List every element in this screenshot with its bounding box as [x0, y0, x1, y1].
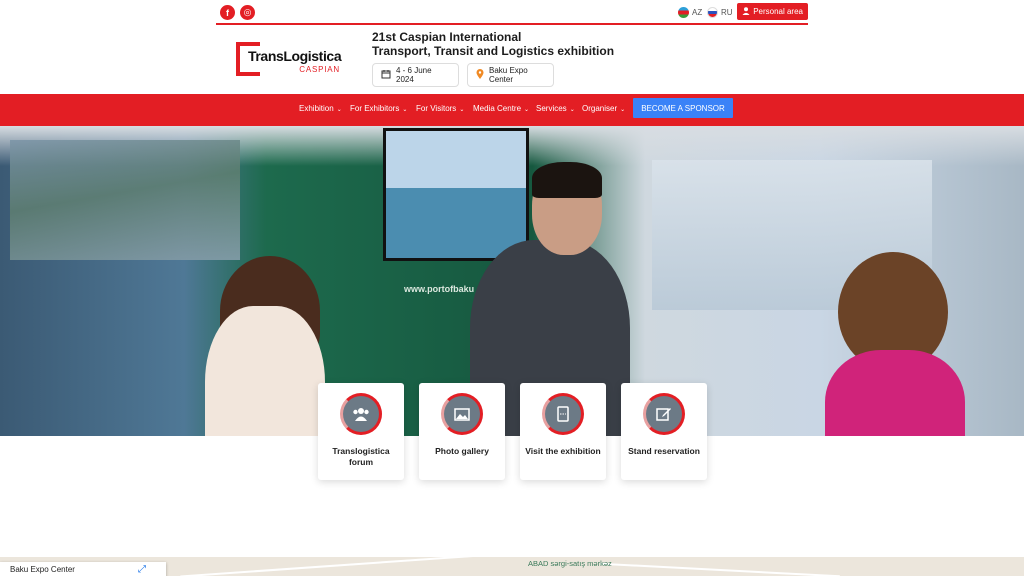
card-visit-exhibition[interactable]: Visit the exhibition — [520, 383, 606, 480]
main-navigation: Exhibition ⌄ For Exhibitors ⌄ For Visitors… — [0, 94, 1024, 126]
chevron-down-icon: ⌄ — [620, 107, 626, 113]
location-map[interactable]: ABAD sərgi-satış mərkəz Baku Expo Center… — [0, 557, 1024, 576]
facebook-icon[interactable]: f — [220, 5, 235, 20]
logo-main-text: TransLogistica — [248, 48, 342, 64]
calendar-icon — [381, 69, 391, 81]
language-az[interactable]: AZ — [678, 7, 702, 18]
card-label: Visit the exhibition — [525, 446, 601, 456]
nav-services[interactable]: Services ⌄ — [536, 104, 575, 113]
port-poster — [10, 140, 240, 260]
chevron-down-icon: ⌄ — [336, 107, 342, 113]
nav-for-visitors-label: For Visitors — [416, 104, 457, 113]
card-label: Translogistica forum — [332, 446, 390, 467]
chevron-down-icon: ⌄ — [569, 107, 575, 113]
display-screen — [383, 128, 529, 261]
date-badge: 4 - 6 June 2024 — [372, 63, 459, 87]
logo-sub-text: CASPIAN — [299, 65, 340, 74]
user-icon — [742, 6, 750, 17]
edit-icon — [643, 393, 685, 435]
become-sponsor-button[interactable]: BECOME A SPONSOR — [633, 98, 733, 118]
nav-organiser-label: Organiser — [582, 104, 618, 113]
chevron-down-icon: ⌄ — [459, 107, 465, 113]
nav-for-exhibitors[interactable]: For Exhibitors ⌄ — [350, 104, 407, 113]
language-ru[interactable]: RU — [707, 7, 733, 18]
card-label: Stand reservation — [628, 446, 700, 456]
date-text: 4 - 6 June 2024 — [396, 66, 432, 84]
card-stand-reservation[interactable]: Stand reservation — [621, 383, 707, 480]
nav-for-visitors[interactable]: For Visitors ⌄ — [416, 104, 464, 113]
language-az-label: AZ — [692, 8, 703, 17]
visitor-person — [205, 306, 325, 436]
map-place-label: ABAD sərgi-satış mərkəz — [528, 559, 612, 568]
title-line-2: Transport, Transit and Logistics exhibit… — [372, 44, 615, 58]
top-bar: f ◎ AZ RU Personal area — [216, 0, 808, 25]
ticket-icon — [542, 393, 584, 435]
image-icon — [441, 393, 483, 435]
nav-media-centre-label: Media Centre — [473, 104, 522, 113]
venue-text: Baku Expo Center — [489, 66, 528, 84]
russia-flag-icon — [707, 7, 718, 18]
nav-exhibition-label: Exhibition — [299, 104, 334, 113]
chevron-down-icon: ⌄ — [402, 107, 408, 113]
azerbaijan-flag-icon — [678, 7, 689, 18]
instagram-icon[interactable]: ◎ — [240, 5, 255, 20]
chevron-down-icon: ⌄ — [524, 107, 530, 113]
card-photo-gallery[interactable]: Photo gallery — [419, 383, 505, 480]
personal-area-label: Personal area — [753, 7, 803, 16]
booth-sign: www.portofbaku — [404, 284, 475, 294]
nav-for-exhibitors-label: For Exhibitors — [350, 104, 400, 113]
exhibitor-hair — [532, 162, 602, 198]
personal-area-button[interactable]: Personal area — [737, 3, 808, 20]
nav-media-centre[interactable]: Media Centre ⌄ — [473, 104, 529, 113]
map-place-name: Baku Expo Center — [10, 565, 75, 574]
language-ru-label: RU — [721, 8, 733, 17]
venue-badge: Baku Expo Center — [467, 63, 554, 87]
location-pin-icon — [476, 69, 484, 81]
card-label: Photo gallery — [435, 446, 489, 456]
nav-exhibition[interactable]: Exhibition ⌄ — [299, 104, 342, 113]
page-title: 21st Caspian International Transport, Tr… — [372, 30, 614, 58]
nav-services-label: Services — [536, 104, 567, 113]
hero-image: www.portofbaku — [0, 126, 1024, 436]
map-road — [600, 562, 840, 576]
people-icon — [340, 393, 382, 435]
translogistica-logo[interactable]: TransLogistica CASPIAN — [236, 42, 342, 76]
nav-organiser[interactable]: Organiser ⌄ — [582, 104, 625, 113]
expand-map-icon[interactable]: ⤢ — [138, 564, 146, 575]
card-translogistica-forum[interactable]: Translogistica forum — [318, 383, 404, 480]
title-line-1: 21st Caspian International — [372, 30, 522, 44]
guest-person — [825, 350, 965, 436]
map-road — [180, 557, 480, 576]
